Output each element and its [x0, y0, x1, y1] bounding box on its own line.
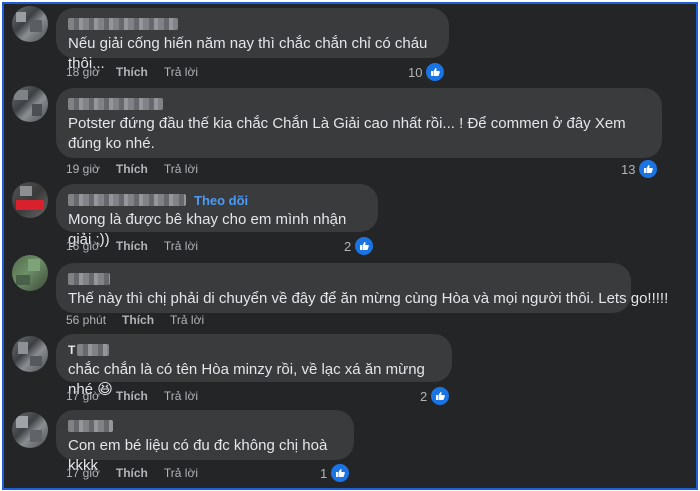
comment-actions: 56 phút Thích Trả lời	[66, 313, 204, 327]
thumbs-up-icon	[425, 62, 446, 82]
comment-actions: 19 giờ Thích Trả lời	[66, 162, 198, 176]
reaction-number: 2	[420, 388, 428, 404]
avatar[interactable]	[12, 86, 48, 122]
comment-actions: 16 giờ Thích Trả lời	[66, 239, 198, 253]
comment-time[interactable]: 18 giờ	[66, 65, 100, 79]
avatar[interactable]	[12, 6, 48, 42]
reply-button[interactable]: Trả lời	[170, 313, 204, 327]
thumbs-up-icon	[638, 159, 659, 179]
comment-bubble: Potster đứng đầu thế kia chắc Chắn Là Gi…	[56, 88, 662, 158]
like-button[interactable]: Thích	[116, 65, 148, 79]
like-button[interactable]: Thích	[116, 162, 148, 176]
reaction-number: 13	[621, 161, 636, 177]
comment-time[interactable]: 19 giờ	[66, 162, 100, 176]
like-button[interactable]: Thích	[116, 466, 148, 480]
like-button[interactable]: Thích	[116, 239, 148, 253]
comment-bubble: Theo dõi Mong là được bê khay cho em mìn…	[56, 184, 378, 248]
comment-bubble: T chắc chắn là có tên Hòa minzy rồi, về …	[56, 334, 452, 398]
comment-actions: 17 giờ Thích Trả lời	[66, 389, 198, 403]
avatar[interactable]	[12, 255, 48, 291]
reaction-number: 2	[344, 238, 352, 254]
like-button[interactable]: Thích	[116, 389, 148, 403]
reaction-count[interactable]: 13	[621, 159, 659, 179]
reaction-count[interactable]: 2	[344, 236, 375, 256]
author-name-blurred[interactable]	[68, 273, 110, 285]
reply-button[interactable]: Trả lời	[164, 162, 198, 176]
reply-button[interactable]: Trả lời	[164, 239, 198, 253]
author-name-blurred[interactable]	[68, 420, 113, 432]
thumbs-up-icon	[330, 463, 351, 483]
reaction-number: 1	[320, 465, 328, 481]
avatar[interactable]	[12, 336, 48, 372]
reaction-count[interactable]: 1	[320, 463, 351, 483]
reaction-number: 10	[408, 64, 423, 80]
reaction-count[interactable]: 10	[408, 62, 446, 82]
avatar[interactable]	[12, 412, 48, 448]
reply-button[interactable]: Trả lời	[164, 466, 198, 480]
thumbs-up-icon	[354, 236, 375, 256]
comment-time[interactable]: 17 giờ	[66, 389, 100, 403]
reaction-count[interactable]: 2	[420, 386, 451, 406]
comment-text: Potster đứng đầu thế kia chắc Chắn Là Gi…	[68, 115, 626, 152]
avatar[interactable]	[12, 182, 48, 218]
comment-time[interactable]: 16 giờ	[66, 239, 100, 253]
comment-time[interactable]: 17 giờ	[66, 466, 100, 480]
comment-actions: 17 giờ Thích Trả lời	[66, 466, 198, 480]
thumbs-up-icon	[430, 386, 451, 406]
reply-button[interactable]: Trả lời	[164, 389, 198, 403]
comment-bubble: Con em bé liệu có đu đc không chị hoà kk…	[56, 410, 354, 474]
comment-text: Thế này thì chị phải di chuyển về đây để…	[68, 290, 669, 307]
reply-button[interactable]: Trả lời	[164, 65, 198, 79]
author-name-blurred[interactable]	[68, 18, 178, 30]
comments-panel: Nếu giải cống hiến năm nay thì chắc chắn…	[2, 2, 698, 490]
author-name-blurred[interactable]	[68, 98, 163, 110]
author-name-blurred[interactable]	[68, 194, 186, 206]
comment-bubble: Nếu giải cống hiến năm nay thì chắc chắn…	[56, 8, 449, 72]
author-name-blurred[interactable]	[77, 344, 110, 356]
follow-button[interactable]: Theo dõi	[194, 193, 248, 208]
author-initial: T	[68, 343, 76, 357]
comment-time[interactable]: 56 phút	[66, 313, 106, 327]
like-button[interactable]: Thích	[122, 313, 154, 327]
comment-actions: 18 giờ Thích Trả lời	[66, 65, 198, 79]
comment-bubble: Thế này thì chị phải di chuyển về đây để…	[56, 263, 669, 313]
